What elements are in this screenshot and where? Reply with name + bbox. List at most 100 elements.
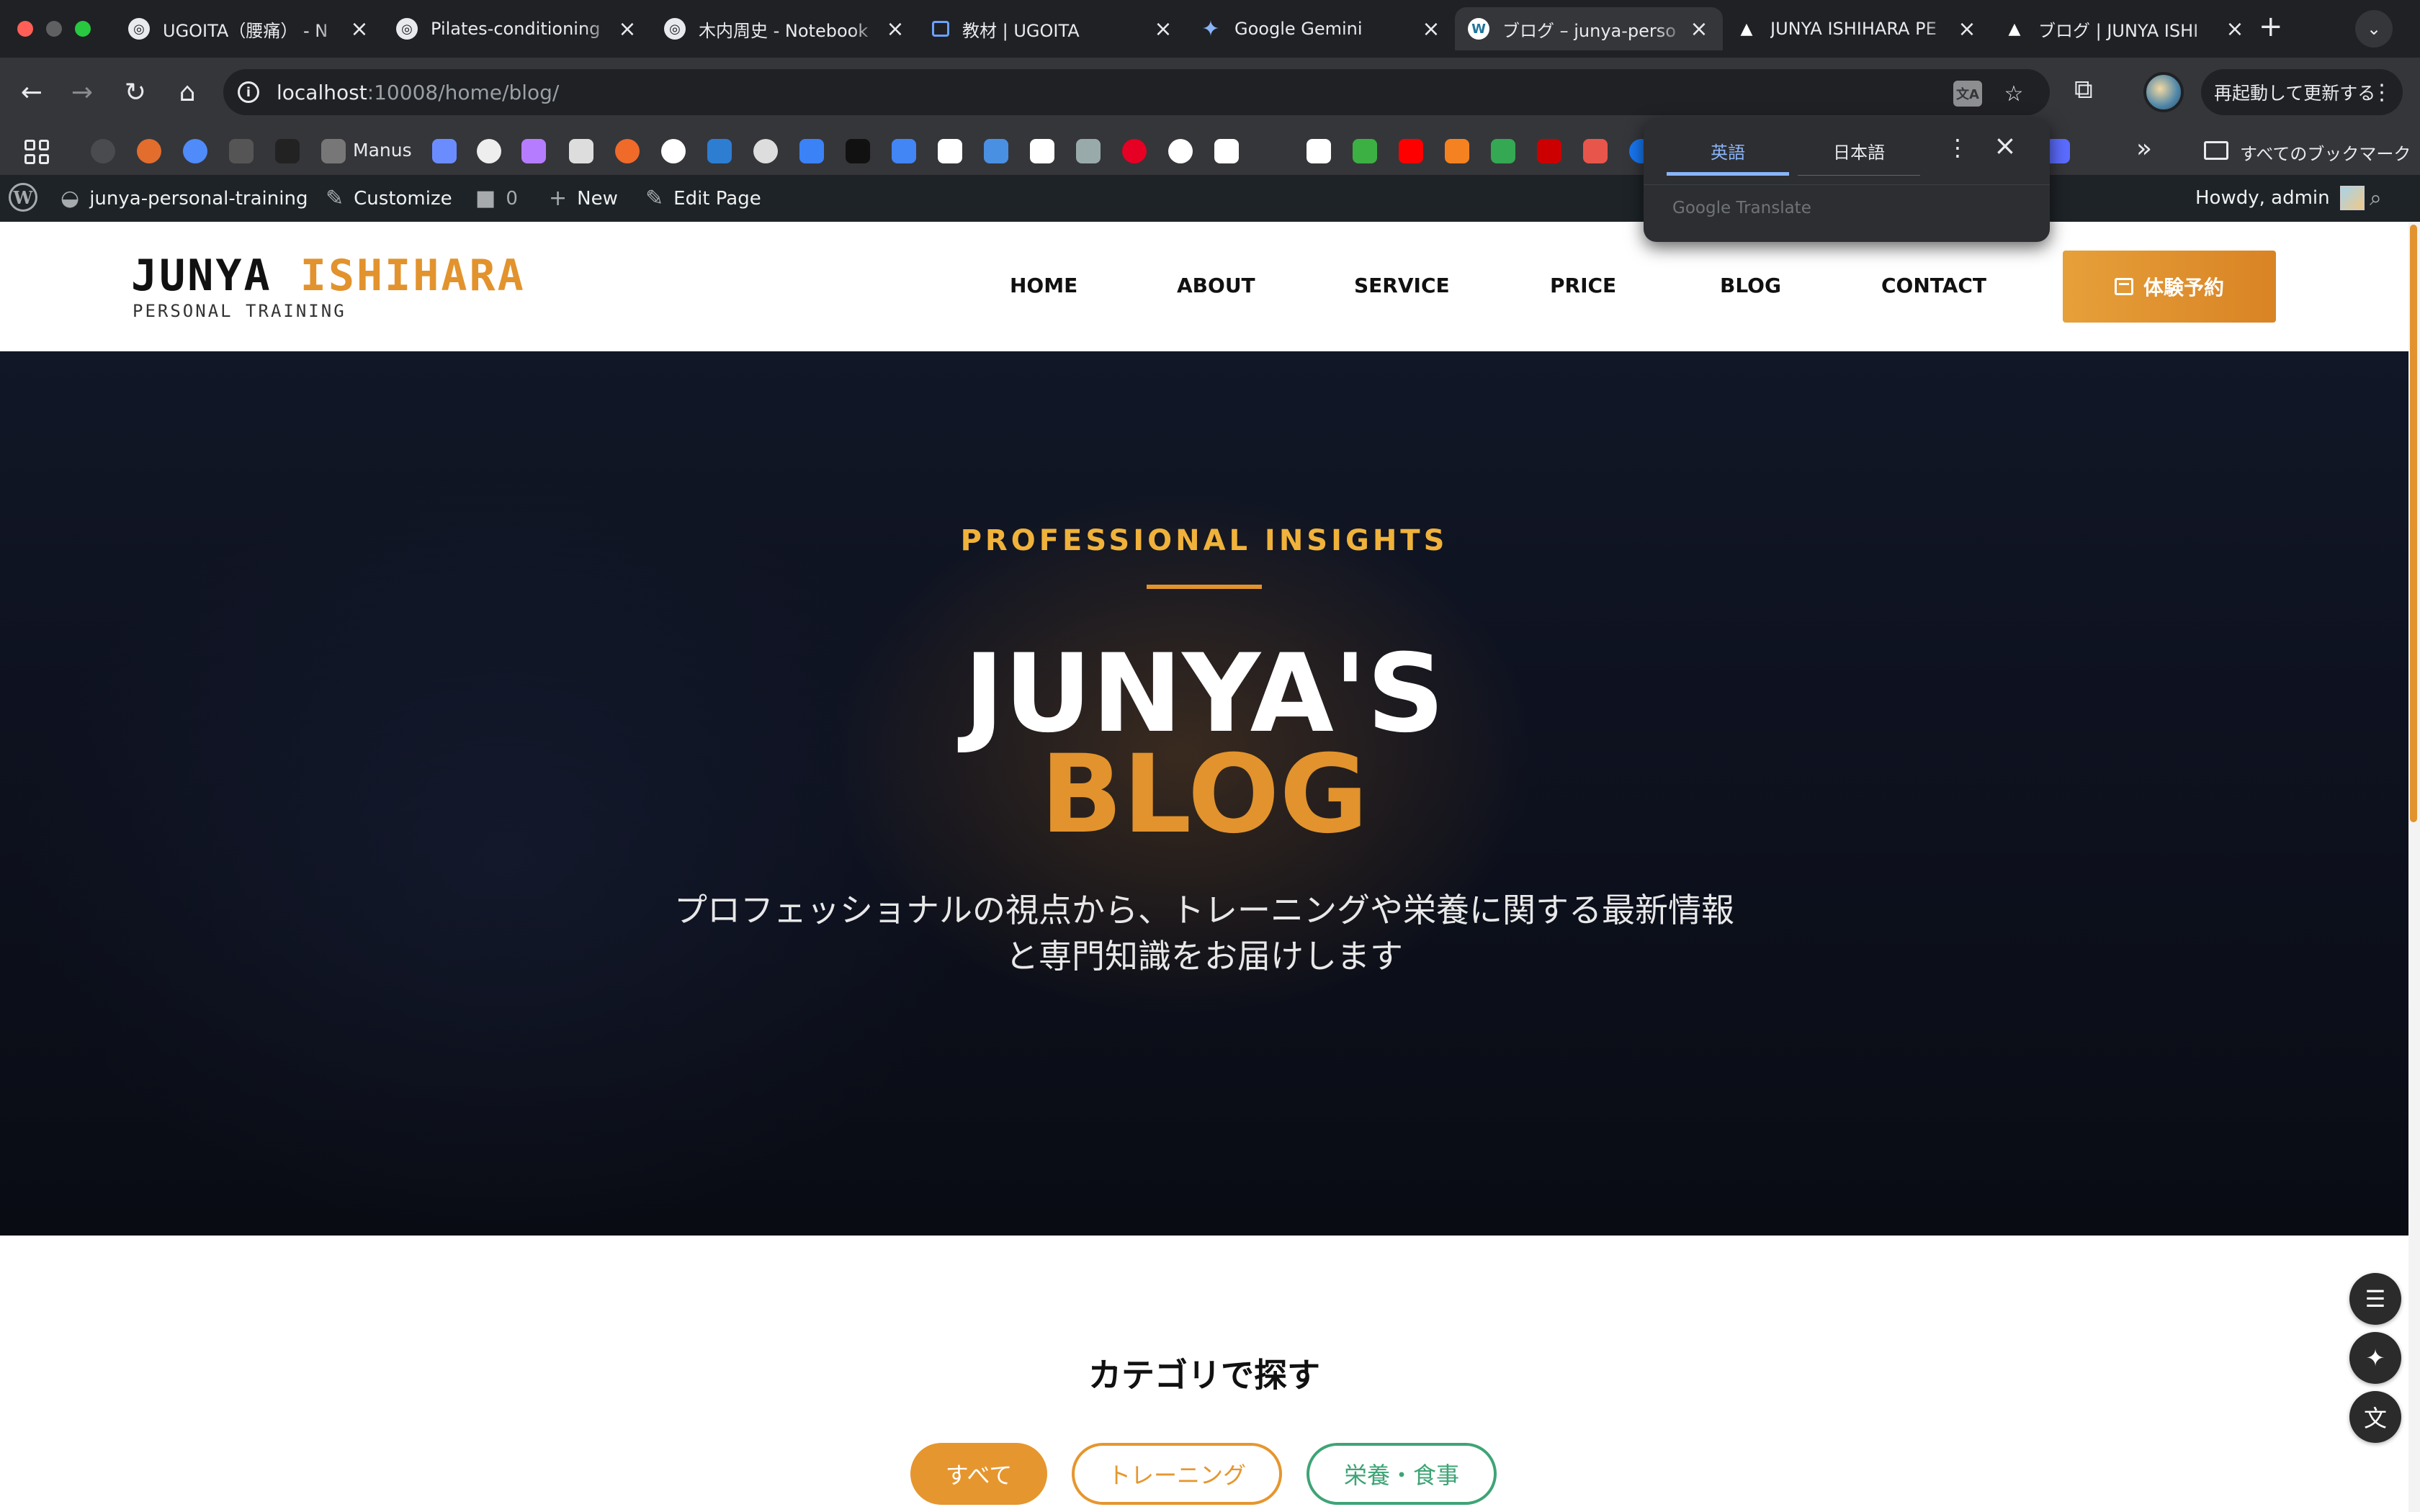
notion-bookmark-icon[interactable] xyxy=(938,139,962,163)
translate-source-tab[interactable]: 英語 xyxy=(1667,138,1789,176)
bookmark-icon[interactable] xyxy=(1445,139,1469,163)
bookmark-icon[interactable] xyxy=(1353,139,1377,163)
nav-service[interactable]: SERVICE xyxy=(1354,274,1450,297)
triangle-bookmark-icon[interactable] xyxy=(275,139,300,163)
translate-target-tab[interactable]: 日本語 xyxy=(1798,138,1920,176)
bookmark-icon[interactable] xyxy=(1030,139,1054,163)
bookmark-icon[interactable] xyxy=(615,139,640,163)
category-chip-nutrition[interactable]: 栄養・食事 xyxy=(1307,1443,1497,1505)
wordpress-logo-icon[interactable]: W xyxy=(9,183,37,212)
bookmark-star-icon[interactable]: ☆ xyxy=(1999,79,2028,108)
all-bookmarks-link[interactable]: すべてのブックマーク xyxy=(2240,140,2411,165)
tab-close-icon[interactable]: × xyxy=(1152,17,1174,42)
tab-title: 教材 | UGOITA xyxy=(962,20,1080,41)
pencil-icon: ✎ xyxy=(645,186,664,211)
back-icon[interactable]: ← xyxy=(13,73,50,111)
ai-sparkle-icon[interactable]: ✦ xyxy=(2349,1332,2401,1384)
bookmark-icon[interactable] xyxy=(1307,139,1331,163)
admin-search-icon[interactable]: ⌕ xyxy=(2370,186,2382,211)
scrollbar-thumb[interactable] xyxy=(2410,225,2417,822)
bookmark-icon[interactable] xyxy=(1076,139,1101,163)
bookmark-icon[interactable] xyxy=(1583,139,1608,163)
reading-list-icon[interactable]: ☰ xyxy=(2349,1273,2401,1325)
category-chip-training[interactable]: トレーニング xyxy=(1072,1443,1282,1505)
profile-avatar[interactable] xyxy=(2143,72,2184,112)
tab-close-icon[interactable]: × xyxy=(2224,17,2246,42)
bookmark-icon[interactable] xyxy=(1214,139,1239,163)
manus-bookmark-icon[interactable] xyxy=(321,139,346,163)
apps-grid-icon[interactable] xyxy=(24,140,49,164)
bookmark-icon[interactable] xyxy=(477,139,501,163)
more-bookmarks-icon[interactable]: » xyxy=(2136,134,2152,163)
close-window-button[interactable] xyxy=(17,21,33,37)
admin-new[interactable]: + New xyxy=(549,186,618,211)
site-logo[interactable]: JUNYA ISHIHARA xyxy=(131,251,526,301)
browser-tab[interactable]: ◎ UGOITA（腰痛） - N × xyxy=(115,7,383,50)
nav-home[interactable]: HOME xyxy=(1010,274,1077,297)
site-info-icon[interactable]: i xyxy=(238,81,259,103)
browser-tab[interactable]: ✦ Google Gemini × xyxy=(1187,7,1455,50)
menu-kebab-icon[interactable]: ⋮ xyxy=(2371,80,2393,105)
manus-bookmark-label[interactable]: Manus xyxy=(353,140,412,161)
bookmark-icon[interactable] xyxy=(846,139,870,163)
bookmark-icon[interactable] xyxy=(569,139,593,163)
update-button[interactable]: 再起動して更新する ⋮ xyxy=(2201,69,2403,115)
bookmark-icon[interactable] xyxy=(799,139,824,163)
bookmark-icon[interactable] xyxy=(1537,139,1561,163)
admin-site-name[interactable]: ◒ junya-personal-training xyxy=(60,186,308,211)
pinterest-bookmark-icon[interactable] xyxy=(1122,139,1147,163)
bookmark-icon[interactable] xyxy=(753,139,778,163)
browser-tab[interactable]: ◎ Pilates-conditioning × xyxy=(383,7,651,50)
tab-close-icon[interactable]: × xyxy=(617,17,638,42)
bookmark-icon[interactable] xyxy=(1260,139,1285,163)
browser-tab[interactable]: ▲ ブログ | JUNYA ISHI × xyxy=(1991,7,2259,50)
firefox-bookmark-icon[interactable] xyxy=(137,139,161,163)
tab-close-icon[interactable]: × xyxy=(1688,17,1710,42)
translate-side-icon[interactable]: 文 xyxy=(2349,1391,2401,1443)
q-bookmark-icon[interactable] xyxy=(183,139,207,163)
bookmark-icon[interactable] xyxy=(707,139,732,163)
category-section: カテゴリで探す すべて トレーニング 栄養・食事 xyxy=(0,1236,2408,1512)
admin-edit-page[interactable]: ✎ Edit Page xyxy=(645,186,761,211)
youtube-bookmark-icon[interactable] xyxy=(1399,139,1423,163)
tab-close-icon[interactable]: × xyxy=(1420,17,1442,42)
reload-icon[interactable]: ↻ xyxy=(117,73,154,111)
browser-tab[interactable]: ▲ JUNYA ISHIHARA PE × xyxy=(1723,7,1991,50)
calendar-bookmark-icon[interactable] xyxy=(892,139,916,163)
browser-tab[interactable]: ◎ 木内周史 - Notebook × xyxy=(651,7,919,50)
chatgpt-bookmark-icon[interactable] xyxy=(91,139,115,163)
tab-close-icon[interactable]: × xyxy=(349,17,370,42)
translate-close-icon[interactable]: × xyxy=(1994,130,2017,161)
bookmark-icon[interactable] xyxy=(1491,139,1515,163)
new-tab-icon[interactable]: + xyxy=(2259,10,2283,43)
category-chip-all[interactable]: すべて xyxy=(910,1443,1047,1505)
bookmark-icon[interactable] xyxy=(229,139,254,163)
extensions-icon[interactable]: ⧉ xyxy=(2074,75,2093,105)
translate-icon[interactable]: 文A xyxy=(1953,81,1982,107)
wp-admin-bar: W ◒ junya-personal-training ✎ Customize … xyxy=(0,176,2420,222)
nav-blog[interactable]: BLOG xyxy=(1720,274,1781,297)
google-bookmark-icon[interactable] xyxy=(1168,139,1193,163)
browser-tab[interactable]: 教材 | UGOITA × xyxy=(919,7,1187,50)
browser-tab-active[interactable]: W ブログ – junya-perso × xyxy=(1455,7,1723,50)
forward-icon[interactable]: → xyxy=(63,73,101,111)
bookmark-icon[interactable] xyxy=(521,139,546,163)
trial-booking-button[interactable]: 体験予約 xyxy=(2063,251,2276,323)
gemini-bookmark-icon[interactable] xyxy=(432,139,457,163)
address-bar[interactable]: i localhost:10008/home/blog/ xyxy=(223,69,2050,115)
nav-contact[interactable]: CONTACT xyxy=(1881,274,1986,297)
nav-price[interactable]: PRICE xyxy=(1550,274,1616,297)
tab-search-icon[interactable]: ⌄ xyxy=(2355,10,2393,48)
nav-about[interactable]: ABOUT xyxy=(1177,274,1255,297)
tab-close-icon[interactable]: × xyxy=(884,17,906,42)
admin-comments[interactable]: ■ 0 xyxy=(475,186,518,211)
translate-options-icon[interactable]: ⋮ xyxy=(1946,134,1969,161)
minimize-window-button[interactable] xyxy=(46,21,62,37)
admin-customize[interactable]: ✎ Customize xyxy=(326,186,452,211)
bookmark-icon[interactable] xyxy=(984,139,1008,163)
tab-close-icon[interactable]: × xyxy=(1956,17,1978,42)
admin-account[interactable]: Howdy, admin xyxy=(2195,186,2365,210)
maximize-window-button[interactable] xyxy=(75,21,91,37)
google-bookmark-icon[interactable] xyxy=(661,139,686,163)
home-icon[interactable]: ⌂ xyxy=(169,73,206,111)
